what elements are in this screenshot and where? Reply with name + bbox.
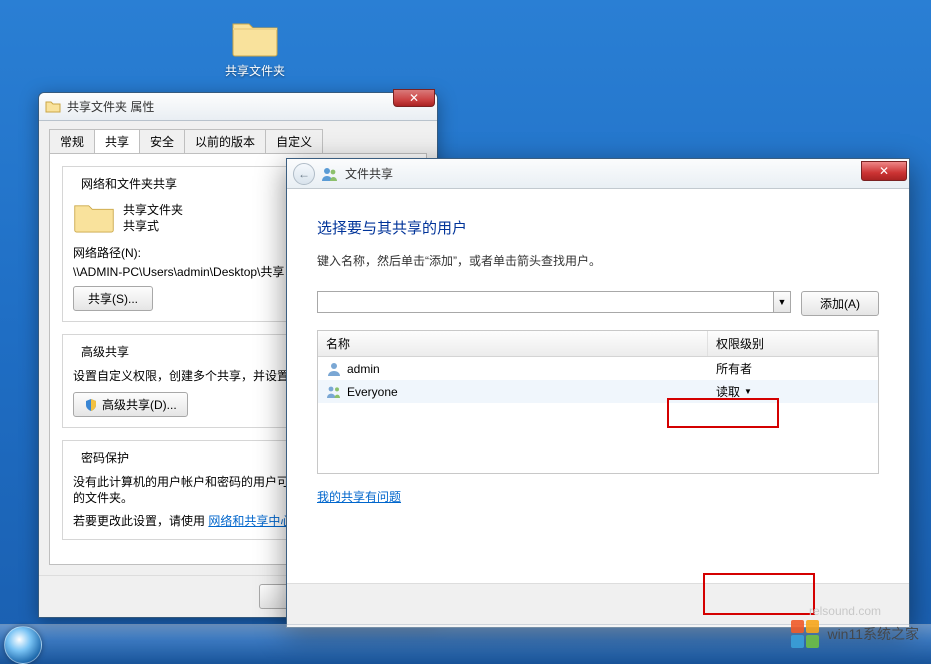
permission-dropdown[interactable]: 读取 ▼ [716,383,752,400]
file-share-window: ← 文件共享 ✕ 选择要与其共享的用户 键入名称，然后单击“添加”，或者单击箭头… [286,158,910,628]
close-button[interactable]: ✕ [861,161,907,181]
people-icon [321,165,339,183]
column-name[interactable]: 名称 [318,331,708,356]
desktop-folder[interactable]: 共享文件夹 [218,18,292,79]
properties-titlebar[interactable]: 共享文件夹 属性 ✕ [39,93,437,121]
tab-customize[interactable]: 自定义 [265,129,323,153]
watermark-text: win11系统之家 [827,624,919,644]
column-permission[interactable]: 权限级别 [708,331,878,356]
user-combobox[interactable]: ▼ [317,291,791,316]
row-name: admin [347,362,380,376]
file-share-titlebar[interactable]: ← 文件共享 ✕ [287,159,909,189]
advanced-share-button-label: 高级共享(D)... [102,396,177,413]
back-button[interactable]: ← [293,163,315,185]
watermark-logo-icon [791,620,819,648]
file-share-desc: 键入名称，然后单击“添加”，或者单击箭头查找用户。 [317,252,879,269]
group-network-share-title: 网络和文件夹共享 [77,175,181,192]
chevron-down-icon: ▼ [778,297,787,307]
permission-list: 名称 权限级别 admin 所有者 Everyone 读取 ▼ [317,330,879,474]
close-icon: ✕ [409,91,419,105]
group-advanced-title: 高级共享 [77,343,133,360]
list-item[interactable]: Everyone 读取 ▼ [318,380,878,403]
properties-title: 共享文件夹 属性 [67,98,154,115]
advanced-share-button[interactable]: 高级共享(D)... [73,392,188,417]
password-change-prefix: 若要更改此设置，请使用 [73,514,205,528]
start-button[interactable] [4,626,42,664]
close-icon: ✕ [879,164,889,178]
folder-icon [73,200,115,236]
list-item[interactable]: admin 所有者 [318,357,878,380]
desktop-folder-label: 共享文件夹 [218,62,292,79]
user-input[interactable] [317,291,773,313]
row-permission: 读取 [716,383,740,400]
file-share-title: 文件共享 [345,165,393,182]
watermark-old: relsound.com [809,604,881,618]
permission-list-header: 名称 权限级别 [318,331,878,357]
network-sharing-center-link[interactable]: 网络和共享中心 [208,514,292,528]
folder-icon [45,99,61,115]
user-icon [326,361,342,377]
watermark: win11系统之家 [791,620,919,648]
tab-previous-versions[interactable]: 以前的版本 [184,129,266,153]
folder-icon [231,18,279,58]
tab-sharing[interactable]: 共享 [94,129,140,153]
share-folder-name: 共享文件夹 [123,202,183,218]
chevron-down-icon: ▼ [744,387,752,396]
group-icon [326,384,342,400]
close-button[interactable]: ✕ [393,89,435,107]
dropdown-button[interactable]: ▼ [773,291,791,313]
share-status: 共享式 [123,218,183,234]
row-name: Everyone [347,385,398,399]
properties-tabs: 常规 共享 安全 以前的版本 自定义 [49,129,427,153]
group-password-title: 密码保护 [77,449,133,466]
share-button[interactable]: 共享(S)... [73,286,153,311]
file-share-heading: 选择要与其共享的用户 [317,217,879,238]
tab-general[interactable]: 常规 [49,129,95,153]
sharing-trouble-link[interactable]: 我的共享有问题 [317,490,401,504]
tab-security[interactable]: 安全 [139,129,185,153]
back-icon: ← [298,167,310,181]
add-button[interactable]: 添加(A) [801,291,879,316]
add-user-row: ▼ 添加(A) [317,291,879,316]
row-permission: 所有者 [716,360,752,377]
shield-icon [84,398,98,412]
